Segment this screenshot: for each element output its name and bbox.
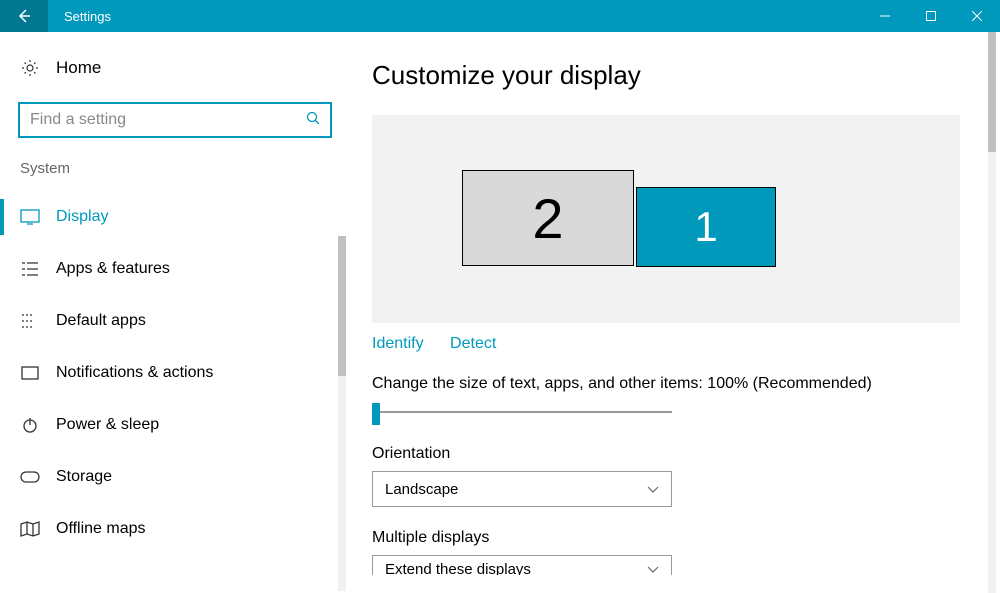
slider-thumb[interactable] [372,403,380,425]
orientation-label: Orientation [372,445,960,463]
titlebar: Settings [0,0,1000,32]
sidebar-item-storage[interactable]: Storage [0,451,350,503]
sidebar-scrollbar[interactable] [338,236,346,591]
search-icon [306,111,320,130]
display-arrangement[interactable]: 2 1 [372,115,960,323]
sidebar-item-default-apps[interactable]: Default apps [0,295,350,347]
minimize-button[interactable] [862,0,908,32]
search-input[interactable] [30,111,306,129]
section-label: System [20,160,350,177]
sidebar-item-label: Offline maps [56,520,146,538]
chevron-down-icon [647,481,659,498]
slider-track [372,411,672,413]
multiple-displays-value: Extend these displays [385,561,531,575]
sidebar-item-apps-features[interactable]: Apps & features [0,243,350,295]
sidebar: Home System Display Apps & features Defa… [0,32,350,593]
window-title: Settings [64,9,862,24]
scale-slider[interactable] [372,401,672,425]
sidebar-item-label: Default apps [56,312,146,330]
home-label: Home [56,58,101,78]
back-button[interactable] [0,0,48,32]
list-icon [20,259,40,279]
gear-icon [20,58,40,78]
multiple-displays-label: Multiple displays [372,529,960,547]
content-scrollbar[interactable] [988,32,996,593]
sidebar-scroll-thumb[interactable] [338,236,346,376]
storage-icon [20,467,40,487]
orientation-dropdown[interactable]: Landscape [372,471,672,507]
sidebar-item-display[interactable]: Display [0,191,350,243]
sidebar-item-label: Notifications & actions [56,364,213,382]
sidebar-item-label: Apps & features [56,260,170,278]
close-button[interactable] [954,0,1000,32]
chevron-down-icon [647,561,659,575]
notification-icon [20,363,40,383]
maximize-button[interactable] [908,0,954,32]
sidebar-item-label: Storage [56,468,112,486]
page-title: Customize your display [372,60,960,91]
identify-link[interactable]: Identify [372,335,424,352]
display-links: Identify Detect [372,335,960,353]
home-button[interactable]: Home [0,52,350,84]
sidebar-item-notifications[interactable]: Notifications & actions [0,347,350,399]
monitor-icon [20,207,40,227]
multiple-displays-dropdown[interactable]: Extend these displays [372,555,672,575]
map-icon [20,519,40,539]
window-controls [862,0,1000,32]
search-box[interactable] [18,102,332,138]
content-scroll-thumb[interactable] [988,32,996,152]
scale-label: Change the size of text, apps, and other… [372,375,960,393]
monitor-2[interactable]: 2 [462,170,634,266]
minimize-icon [880,11,890,21]
content-pane: Customize your display 2 1 Identify Dete… [350,32,1000,593]
sidebar-item-label: Power & sleep [56,416,159,434]
grid-icon [20,311,40,331]
arrow-left-icon [15,7,33,25]
maximize-icon [926,11,936,21]
power-icon [20,415,40,435]
sidebar-item-offline-maps[interactable]: Offline maps [0,503,350,555]
detect-link[interactable]: Detect [450,335,496,352]
orientation-value: Landscape [385,481,458,498]
monitor-1[interactable]: 1 [636,187,776,267]
sidebar-item-label: Display [56,208,108,226]
sidebar-item-power-sleep[interactable]: Power & sleep [0,399,350,451]
close-icon [972,11,982,21]
